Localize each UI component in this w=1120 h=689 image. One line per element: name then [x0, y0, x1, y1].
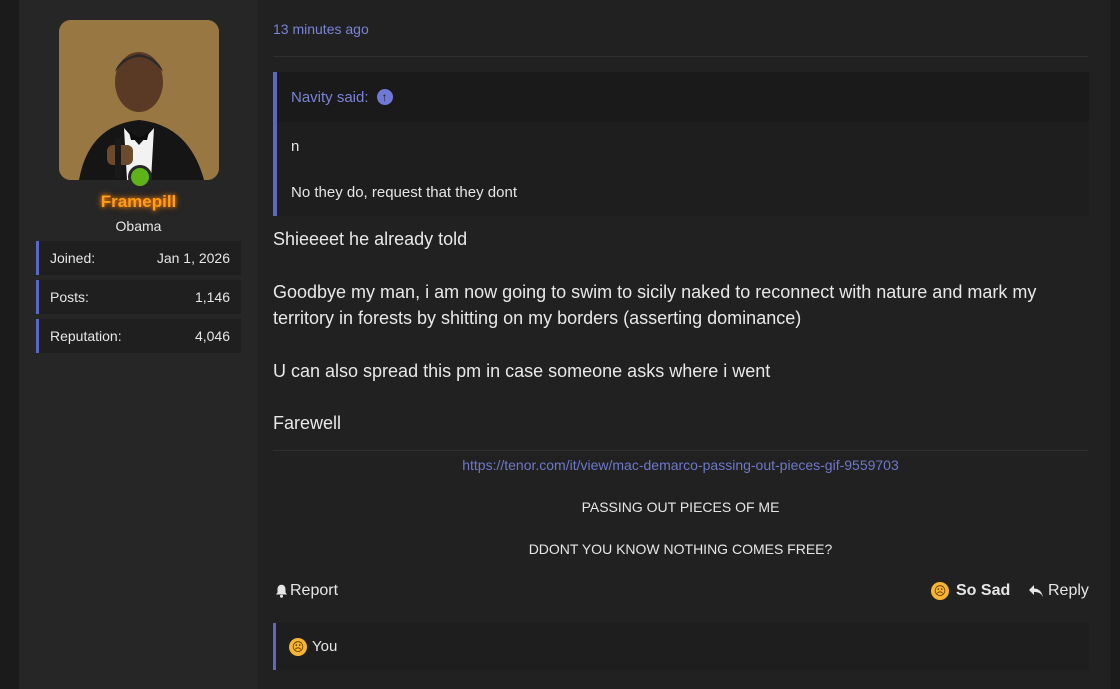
reply-button[interactable]: Reply	[1028, 582, 1089, 600]
embed-line: PASSING OUT PIECES OF ME	[581, 499, 780, 515]
reactions-summary[interactable]: ☹ You	[273, 623, 1089, 670]
post-body-line: Shieeeet he already told	[273, 229, 468, 249]
avatar-image	[59, 20, 219, 180]
divider	[273, 450, 1088, 451]
quote-header[interactable]: Navity said: ↑	[277, 72, 1089, 122]
sad-face-icon: ☹	[931, 582, 949, 600]
reply-icon	[1029, 585, 1043, 597]
online-status-indicator	[128, 165, 152, 189]
username[interactable]: Framepill	[19, 192, 258, 212]
arrow-up-icon[interactable]: ↑	[376, 89, 393, 105]
quote-line: No they do, request that they dont	[291, 184, 517, 201]
report-button[interactable]: Report	[275, 582, 338, 600]
sad-face-icon: ☹	[289, 637, 307, 656]
post-body-line: U can also spread this pm in case someon…	[273, 361, 771, 381]
post-body-line: Farewell	[273, 413, 342, 433]
report-label: Report	[290, 582, 339, 599]
reaction-button[interactable]: ☹ So Sad	[931, 582, 1010, 600]
post-body-line: territory in forests by shitting on my b…	[273, 308, 802, 328]
embed-link[interactable]: https://tenor.com/it/view/mac-demarco-pa…	[273, 457, 1088, 473]
stat-posts: Posts: 1,146	[36, 280, 241, 314]
stat-reputation: Reputation: 4,046	[36, 319, 241, 353]
reaction-label: So Sad	[956, 582, 1011, 599]
divider	[273, 56, 1088, 57]
stat-value: Jan 1, 2026	[156, 250, 230, 266]
quote-block: Navity said: ↑ n No they do, request tha…	[273, 72, 1089, 216]
stat-joined: Joined: Jan 1, 2026	[36, 241, 241, 275]
avatar[interactable]	[59, 20, 219, 180]
embed-line: DDONT YOU KNOW NOTHING COMES FREE?	[528, 541, 833, 557]
post-timestamp[interactable]: 13 minutes ago	[273, 21, 369, 37]
stat-label: Reputation:	[50, 328, 122, 344]
user-title: Obama	[115, 218, 162, 234]
post-body-line: Goodbye my man, i am now going to swim t…	[273, 282, 1037, 302]
stat-value: 4,046	[194, 328, 230, 344]
reactions-label[interactable]: You	[312, 638, 337, 655]
stat-value: 1,146	[194, 289, 230, 305]
reply-label: Reply	[1048, 582, 1089, 599]
post-pointer-arrow	[245, 32, 258, 58]
stat-label: Posts:	[50, 289, 89, 305]
quote-author[interactable]: Navity said:	[291, 89, 369, 106]
bell-icon	[276, 584, 287, 598]
quote-line: n	[291, 138, 300, 155]
stat-label: Joined:	[50, 250, 96, 266]
